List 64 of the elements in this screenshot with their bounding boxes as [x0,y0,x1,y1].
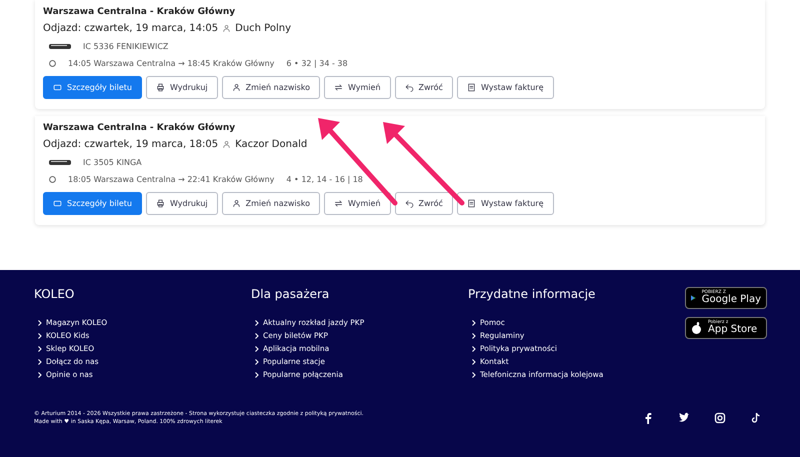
chevron-icon [255,358,259,364]
chevron-icon [472,358,476,364]
music-note-icon[interactable] [750,412,762,424]
action-button[interactable]: Zmień nazwisko [222,76,320,99]
connection-text: 14:05 Warszawa Centralna → 18:45 Kraków Główny [68,59,274,68]
route-title: Warszawa Centralna - Kraków Główny [43,7,236,17]
departure-text: Odjazd: czwartek, 19 marca, 14:05 [43,23,218,34]
seat-info: 6 • 32 | 34 - 38 [286,59,348,68]
swap-arrows-icon [334,199,343,208]
action-button[interactable]: Zwróć [394,76,453,99]
camera-icon[interactable] [714,412,726,424]
action-button[interactable]: Wymień [324,192,391,215]
chevron-icon [38,346,42,352]
chevron-icon [472,332,476,338]
departure-text: Odjazd: czwartek, 19 marca, 18:05 [43,139,218,150]
connection-text: 18:05 Warszawa Centralna → 22:41 Kraków Główny [68,175,274,184]
route-title: Warszawa Centralna - Kraków Główny [43,123,236,133]
ticket-icon [53,83,62,92]
return-arrow-icon [404,199,414,208]
action-button[interactable]: Szczegóły biletu [43,192,142,215]
action-button[interactable]: Wydrukuj [146,192,218,215]
chevron-icon [255,346,259,352]
action-button[interactable]: Wystaw fakturę [456,76,554,99]
passenger-name: Kaczor Donald [235,139,308,150]
action-button[interactable]: Zwróć [394,192,453,215]
action-button[interactable]: Wymień [324,76,391,99]
chevron-icon [38,320,42,326]
printer-icon [156,199,165,208]
train-number: IC 3505 KINGA [83,158,142,167]
train-icon [49,159,71,166]
chevron-icon [38,358,42,364]
printer-icon [156,83,165,92]
apple-icon [691,322,702,334]
person-icon [222,140,232,149]
swap-arrows-icon [334,83,343,92]
person-icon [232,83,241,92]
action-button[interactable]: Wydrukuj [146,76,218,99]
chevron-icon [255,332,259,338]
chevron-icon [255,372,259,378]
action-button[interactable]: Zmień nazwisko [222,192,320,215]
footer-heading: Przydatne informacje [468,287,596,301]
bird-icon[interactable] [678,412,690,424]
footer-heading: Dla pasażera [251,287,330,301]
chevron-icon [472,372,476,378]
person-icon [232,199,241,208]
chevron-icon [255,320,259,326]
footer-heading: KOLEO [34,287,76,301]
chevron-icon [472,346,476,352]
passenger-name: Duch Polny [235,23,292,34]
action-button[interactable]: Szczegóły biletu [43,76,142,99]
ticket-icon [53,199,62,208]
chevron-icon [38,372,42,378]
return-arrow-icon [404,83,414,92]
chevron-icon [38,332,42,338]
train-icon [49,43,71,50]
train-number: IC 5336 FENIKIEWICZ [83,42,168,51]
document-icon [466,83,476,92]
clock-icon [49,176,56,183]
person-icon [222,24,232,33]
clock-icon [49,60,56,67]
document-icon [466,199,476,208]
chevron-icon [472,320,476,326]
seat-info: 4 • 12, 14 - 16 | 18 [286,175,363,184]
action-button[interactable]: Wystaw fakturę [456,192,554,215]
